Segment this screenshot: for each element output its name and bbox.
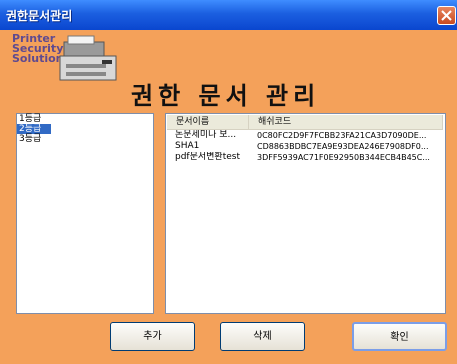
column-header-hash[interactable]: 해쉬코드 (249, 115, 443, 129)
logo-line: Solution (12, 52, 64, 65)
document-hash: 3DFF5939AC71F0E92950B344ECB4B45C... (257, 153, 430, 162)
document-hash: CD8863BDBC7EA9E93DEA246E7908DF0... (257, 142, 429, 151)
grade-list[interactable]: 1등급 2등급 3등급 (16, 113, 154, 314)
document-name: pdf문서변환test (175, 152, 240, 162)
title-bar[interactable]: 권한문서관리 (0, 0, 457, 30)
document-hash: 0C80FC2D9F7FCBB23FA21CA3D7090DE... (257, 131, 427, 140)
close-icon (441, 10, 452, 21)
confirm-button[interactable]: 확인 (352, 322, 447, 351)
document-row[interactable]: pdf문서변환test 3DFF5939AC71F0E92950B344ECB4… (167, 152, 443, 163)
banner: Printer Security Solution 권한 문서 관리 (8, 32, 451, 112)
page-heading: 권한 문서 관리 (131, 82, 321, 110)
document-list-header: 문서이름 해쉬코드 (167, 115, 443, 130)
document-list[interactable]: 문서이름 해쉬코드 논문세미나 보... 0C80FC2D9F7FCBB23FA… (165, 113, 446, 314)
document-row[interactable]: SHA1 CD8863BDBC7EA9E93DEA246E7908DF0... (167, 141, 443, 152)
column-header-name[interactable]: 문서이름 (167, 115, 249, 129)
printer-icon (59, 35, 117, 81)
dialog-window: 권한문서관리 Printer Security Solution 권한 문서 관… (0, 0, 457, 364)
document-name: SHA1 (175, 141, 200, 151)
close-button[interactable] (437, 6, 456, 25)
document-row[interactable]: 논문세미나 보... 0C80FC2D9F7FCBB23FA21CA3D7090… (167, 130, 443, 141)
grade-item-3[interactable]: 3등급 (17, 134, 153, 144)
logo: Printer Security Solution (12, 33, 64, 65)
grade-item-1[interactable]: 1등급 (17, 114, 153, 124)
add-button[interactable]: 추가 (110, 322, 195, 351)
grade-item-2-selected[interactable]: 2등급 (17, 124, 51, 134)
delete-button[interactable]: 삭제 (220, 322, 305, 351)
window-title: 권한문서관리 (6, 9, 73, 23)
document-name: 논문세미나 보... (175, 130, 237, 140)
